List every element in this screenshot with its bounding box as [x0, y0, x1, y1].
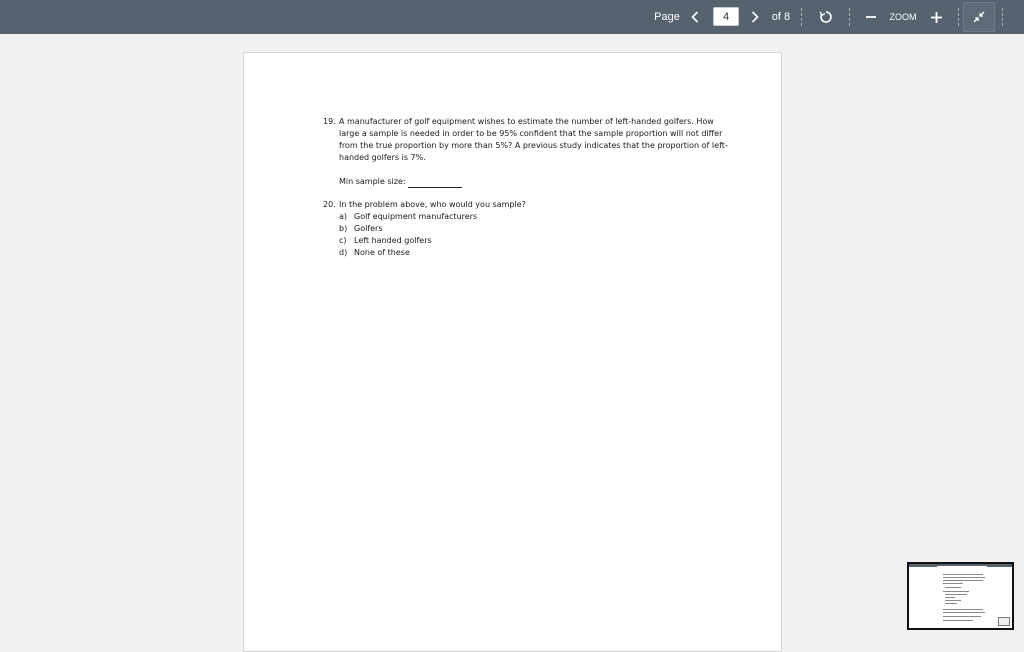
chevron-right-icon — [751, 11, 759, 23]
rotate-button[interactable] — [814, 0, 838, 34]
rotate-icon — [819, 11, 832, 23]
min-sample-size-line: Min sample size: — [339, 176, 463, 188]
chevron-left-icon — [691, 11, 699, 23]
fit-page-button[interactable] — [963, 2, 995, 32]
previous-page-button[interactable] — [686, 0, 704, 34]
option-a: a) Golf equipment manufacturers — [339, 212, 478, 221]
plus-icon — [930, 11, 942, 23]
toolbar-divider — [801, 8, 802, 26]
question-19: 19. A manufacturer of golf equipment wis… — [323, 116, 733, 164]
option-d: d) None of these — [339, 248, 410, 257]
toolbar-divider — [1002, 8, 1003, 26]
zoom-label: ZOOM — [889, 12, 917, 22]
next-page-button[interactable] — [746, 0, 764, 34]
page-count-label: of 8 — [771, 11, 791, 23]
page-label: Page — [654, 11, 680, 23]
page-thumbnail-navigator[interactable] — [907, 562, 1014, 630]
question-number: 19. — [323, 117, 336, 126]
min-sample-size-label: Min sample size: — [339, 177, 406, 186]
thumbnail-toggle-button[interactable] — [998, 617, 1010, 626]
minus-icon — [866, 16, 876, 18]
answer-options: a) Golf equipment manufacturers b) Golfers… — [339, 211, 477, 259]
question-text: A manufacturer of golf equipment wishes … — [339, 117, 728, 162]
question-20: 20. In the problem above, who would you … — [323, 199, 733, 211]
toolbar-divider — [849, 8, 850, 26]
option-b: b) Golfers — [339, 224, 383, 233]
toolbar-divider — [958, 8, 959, 26]
page-number-input[interactable] — [713, 7, 739, 26]
collapse-arrows-icon — [973, 11, 985, 23]
answer-blank — [408, 179, 463, 188]
thumbnail-page — [937, 566, 987, 628]
question-number: 20. — [323, 200, 336, 209]
viewer-toolbar: Page of 8 ZOOM — [0, 0, 1024, 34]
zoom-in-button[interactable] — [926, 0, 946, 34]
document-page: 19. A manufacturer of golf equipment wis… — [243, 52, 782, 652]
question-text: In the problem above, who would you samp… — [339, 200, 526, 209]
option-c: c) Left handed golfers — [339, 236, 432, 245]
zoom-out-button[interactable] — [862, 0, 880, 34]
